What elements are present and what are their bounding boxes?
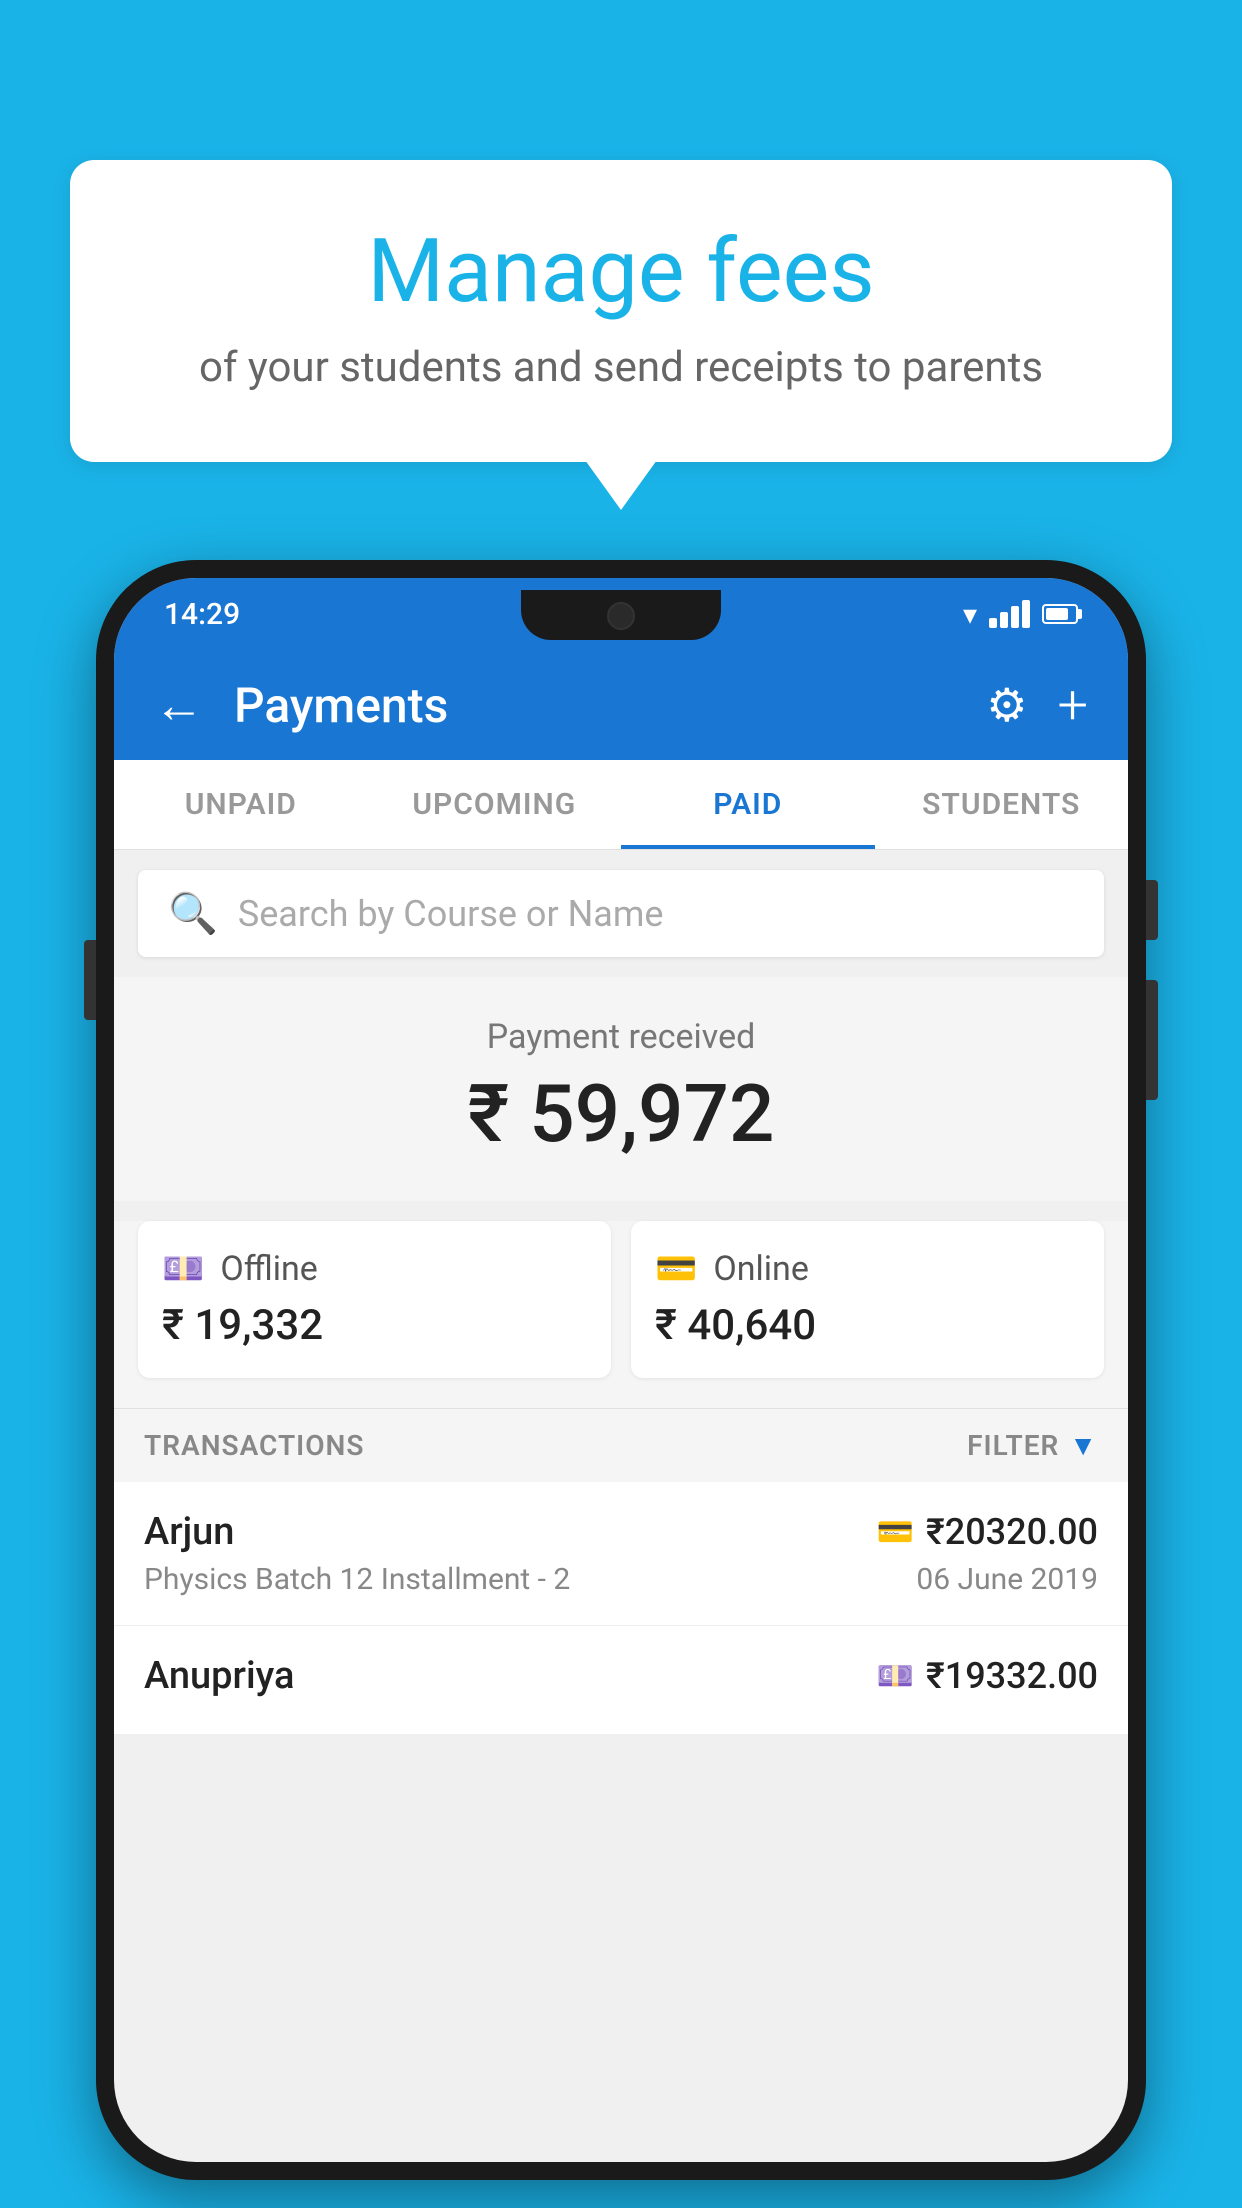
search-placeholder: Search by Course or Name [238, 893, 664, 935]
online-label: Online [713, 1249, 809, 1289]
phone-notch [521, 590, 721, 640]
offline-icon: 💷 [162, 1249, 204, 1289]
offline-amount: ₹ 19,332 [162, 1301, 587, 1350]
filter-button[interactable]: FILTER ▼ [967, 1429, 1098, 1462]
offline-payment-card: 💷 Offline ₹ 19,332 [138, 1221, 611, 1378]
volume-down-button [1146, 980, 1158, 1100]
status-time: 14:29 [164, 597, 240, 632]
transaction-name: Arjun [144, 1510, 234, 1554]
add-icon[interactable]: + [1057, 674, 1088, 737]
signal-icon [989, 600, 1030, 628]
transactions-label: TRANSACTIONS [144, 1429, 364, 1462]
phone-frame: 14:29 ▾ ← Payments [96, 560, 1146, 2180]
phone-screen: 14:29 ▾ ← Payments [114, 578, 1128, 2162]
transaction-item[interactable]: Anupriya 💷 ₹19332.00 [114, 1626, 1128, 1735]
transaction-name: Anupriya [144, 1654, 294, 1698]
phone-camera [607, 602, 635, 630]
tab-paid[interactable]: PAID [621, 760, 875, 849]
tab-students[interactable]: STUDENTS [875, 760, 1129, 849]
volume-button [84, 940, 96, 1020]
transactions-header: TRANSACTIONS FILTER ▼ [114, 1408, 1128, 1482]
tab-unpaid[interactable]: UNPAID [114, 760, 368, 849]
status-icons: ▾ [963, 598, 1078, 631]
search-icon: 🔍 [168, 890, 218, 937]
transaction-type-icon: 💳 [877, 1515, 914, 1550]
app-bar-title: Payments [234, 677, 986, 734]
app-bar: ← Payments ⚙ + [114, 650, 1128, 760]
bubble-title: Manage fees [120, 220, 1122, 323]
online-amount: ₹ 40,640 [655, 1301, 1080, 1350]
back-button[interactable]: ← [154, 676, 204, 735]
payment-received-section: Payment received ₹ 59,972 [114, 977, 1128, 1201]
transaction-date: 06 June 2019 [916, 1562, 1098, 1597]
transaction-item[interactable]: Arjun 💳 ₹20320.00 Physics Batch 12 Insta… [114, 1482, 1128, 1626]
transaction-amount: ₹19332.00 [926, 1655, 1098, 1697]
power-button [1146, 880, 1158, 940]
filter-label: FILTER [967, 1429, 1059, 1462]
battery-icon [1042, 604, 1078, 624]
online-payment-card: 💳 Online ₹ 40,640 [631, 1221, 1104, 1378]
tabs-bar: UNPAID UPCOMING PAID STUDENTS [114, 760, 1128, 850]
online-icon: 💳 [655, 1249, 697, 1289]
transaction-detail: Physics Batch 12 Installment - 2 [144, 1562, 570, 1597]
offline-label: Offline [220, 1249, 317, 1289]
speech-bubble: Manage fees of your students and send re… [70, 160, 1172, 462]
payment-received-label: Payment received [134, 1017, 1108, 1057]
tab-upcoming[interactable]: UPCOMING [368, 760, 622, 849]
bubble-subtitle: of your students and send receipts to pa… [120, 343, 1122, 392]
payment-received-amount: ₹ 59,972 [134, 1067, 1108, 1161]
wifi-icon: ▾ [963, 598, 977, 631]
transaction-amount: ₹20320.00 [926, 1511, 1098, 1553]
filter-icon: ▼ [1069, 1429, 1098, 1462]
transaction-type-icon: 💷 [877, 1659, 914, 1694]
search-bar[interactable]: 🔍 Search by Course or Name [138, 870, 1104, 957]
payment-cards: 💷 Offline ₹ 19,332 💳 Online ₹ 40,640 [114, 1221, 1128, 1408]
app-bar-actions: ⚙ + [986, 674, 1088, 737]
settings-icon[interactable]: ⚙ [986, 678, 1027, 733]
phone-container: 14:29 ▾ ← Payments [96, 560, 1146, 2180]
